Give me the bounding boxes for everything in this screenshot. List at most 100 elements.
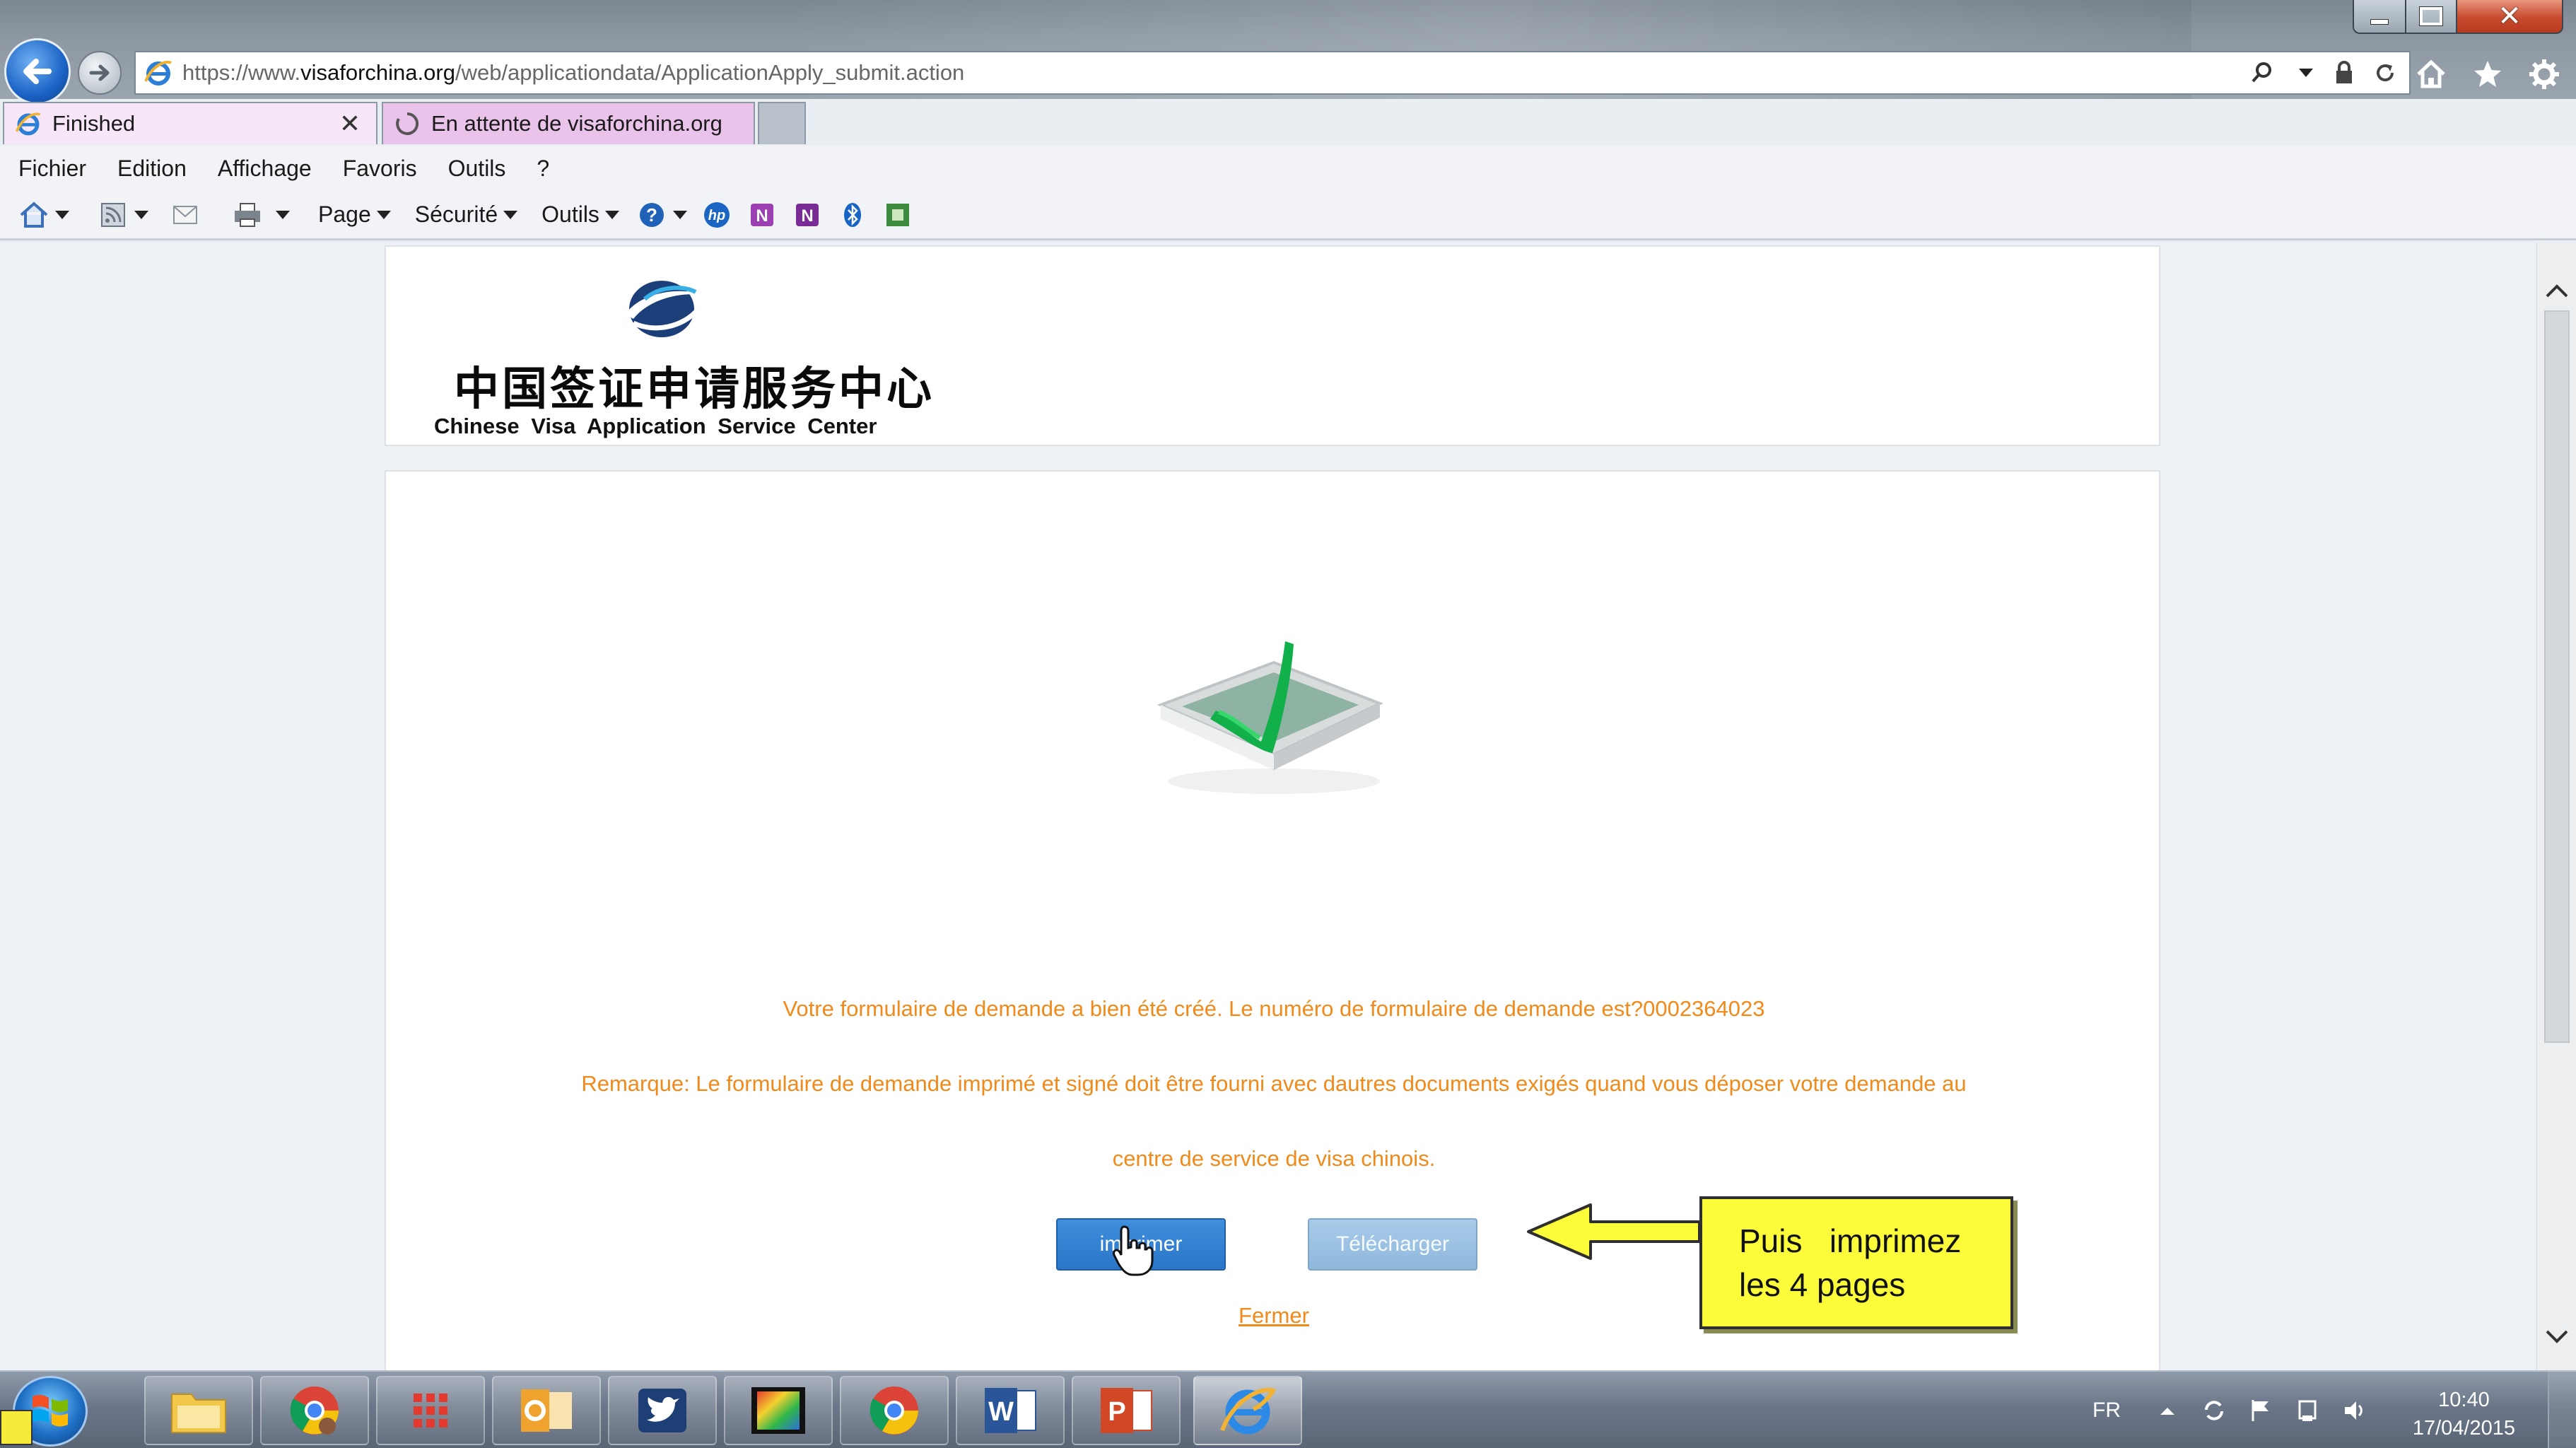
clock-date: 17/04/2015	[2412, 1417, 2515, 1440]
onenote-linked-button[interactable]: N	[792, 199, 823, 230]
close-tab-icon[interactable]: ✕	[339, 110, 361, 139]
menu-item-view[interactable]: Affichage	[218, 156, 312, 182]
windows-logo-icon	[33, 1394, 68, 1427]
browser-titlebar: ✕ https://www.visaforchina.org/web/appli…	[0, 0, 2576, 105]
arrow-left-icon	[23, 59, 52, 84]
chevron-down-icon[interactable]	[55, 210, 69, 219]
home-icon[interactable]	[2412, 55, 2450, 93]
home-button[interactable]	[18, 199, 69, 230]
mail-icon	[173, 205, 197, 224]
security-menu-label: Sécurité	[414, 202, 498, 227]
system-clock[interactable]: 10:40 17/04/2015	[2413, 1386, 2515, 1442]
home-icon	[20, 201, 48, 228]
internet-explorer-icon	[1220, 1387, 1277, 1435]
close-icon: ✕	[2498, 0, 2522, 33]
language-indicator[interactable]: FR	[2092, 1399, 2121, 1423]
taskbar-app-chrome-user[interactable]	[260, 1376, 369, 1445]
word-icon: W	[985, 1388, 1036, 1433]
menu-item-tools[interactable]: Outils	[448, 156, 506, 182]
sticky-notes-icon[interactable]	[0, 1410, 33, 1445]
back-button[interactable]	[4, 38, 71, 105]
svg-text:hp: hp	[708, 208, 725, 223]
lock-icon[interactable]	[2330, 59, 2358, 87]
address-url[interactable]: https://www.visaforchina.org/web/applica…	[182, 60, 964, 86]
chevron-down-icon[interactable]	[134, 210, 148, 219]
svg-text:P: P	[1108, 1397, 1125, 1427]
page-menu[interactable]: Page	[318, 202, 391, 228]
network-icon[interactable]	[2293, 1396, 2322, 1425]
hp-button[interactable]: hp	[701, 199, 732, 230]
vertical-scrollbar[interactable]	[2536, 243, 2576, 1370]
rss-feed-icon	[101, 202, 125, 227]
tools-menu[interactable]: Outils	[541, 202, 619, 228]
svg-text:W: W	[988, 1397, 1014, 1427]
menu-item-file[interactable]: Fichier	[18, 156, 86, 182]
chevron-down-icon[interactable]	[276, 210, 290, 219]
restore-icon	[2420, 7, 2442, 25]
svg-text:N: N	[801, 206, 813, 226]
scroll-down-button[interactable]	[2537, 1317, 2576, 1357]
tab-finished[interactable]: Finished ✕	[3, 102, 377, 144]
menu-item-favorites[interactable]: Favoris	[343, 156, 417, 182]
addon-button[interactable]	[882, 199, 913, 230]
taskbar-app-powerpoint[interactable]: P	[1072, 1376, 1181, 1445]
ie-page-icon	[15, 112, 41, 136]
address-bar[interactable]: https://www.visaforchina.org/web/applica…	[134, 51, 2411, 95]
show-hidden-icons-icon[interactable]	[2153, 1396, 2182, 1425]
volume-icon[interactable]	[2340, 1396, 2368, 1425]
logo-chinese-text: 中国签证申请服务中心	[454, 363, 935, 416]
taskbar-app-media[interactable]	[724, 1376, 833, 1445]
maximize-button[interactable]	[2406, 0, 2457, 34]
arrow-right-icon	[89, 64, 110, 81]
mail-button[interactable]	[170, 199, 201, 230]
security-menu[interactable]: Sécurité	[414, 202, 518, 228]
taskbar-app-word[interactable]: W	[956, 1376, 1065, 1445]
tab-label: En attente de visaforchina.org	[431, 111, 722, 136]
browser-right-tools	[2412, 55, 2563, 93]
menu-item-edit[interactable]: Edition	[117, 156, 187, 182]
onenote-button[interactable]: N	[747, 199, 778, 230]
minimize-icon	[2370, 19, 2389, 25]
search-icon[interactable]	[2248, 59, 2276, 87]
chevron-down-icon[interactable]	[2289, 59, 2317, 87]
menu-item-help[interactable]: ?	[537, 156, 549, 182]
help-icon: ?	[639, 202, 664, 227]
chrome-icon	[290, 1386, 339, 1435]
download-button[interactable]: Télécharger	[1308, 1218, 1477, 1271]
taskbar-app-grid[interactable]	[376, 1376, 485, 1445]
new-tab-button[interactable]	[758, 102, 806, 144]
sync-icon[interactable]	[2200, 1396, 2228, 1425]
printer-icon	[235, 202, 260, 227]
help-button[interactable]: ?	[636, 199, 687, 230]
action-center-flag-icon[interactable]	[2247, 1396, 2275, 1425]
menu-bar: Fichier Edition Affichage Favoris Outils…	[0, 146, 2576, 191]
forward-button[interactable]	[78, 51, 122, 95]
print-button[interactable]	[232, 199, 290, 230]
refresh-icon[interactable]	[2371, 59, 2399, 87]
remark-text-line2: centre de service de visa chinois.	[1112, 1146, 1436, 1171]
onenote-icon: N	[795, 203, 819, 226]
addon-icon	[886, 203, 909, 226]
chevron-up-icon	[2546, 284, 2568, 298]
scroll-up-button[interactable]	[2537, 271, 2576, 310]
bluetooth-button[interactable]	[837, 199, 868, 230]
taskbar-app-explorer[interactable]	[144, 1376, 253, 1445]
taskbar-app-internet-explorer[interactable]	[1193, 1376, 1302, 1445]
show-desktop-button[interactable]	[2548, 1372, 2576, 1448]
chrome-icon	[870, 1386, 918, 1435]
svg-text:N: N	[756, 206, 768, 226]
page-menu-label: Page	[318, 202, 371, 227]
scroll-thumb[interactable]	[2544, 310, 2570, 1043]
close-window-button[interactable]: ✕	[2457, 0, 2563, 34]
settings-gear-icon[interactable]	[2525, 55, 2563, 93]
twitter-icon	[638, 1389, 686, 1432]
favorites-star-icon[interactable]	[2469, 55, 2507, 93]
tab-loading[interactable]: En attente de visaforchina.org	[382, 102, 755, 144]
taskbar-app-twitter[interactable]	[608, 1376, 717, 1445]
taskbar-app-outlook[interactable]	[492, 1376, 601, 1445]
minimize-button[interactable]	[2353, 0, 2406, 34]
hand-pointer-cursor-icon	[1113, 1225, 1154, 1276]
feeds-button[interactable]	[98, 199, 148, 230]
chevron-down-icon	[376, 210, 391, 219]
taskbar-app-chrome[interactable]	[840, 1376, 949, 1445]
